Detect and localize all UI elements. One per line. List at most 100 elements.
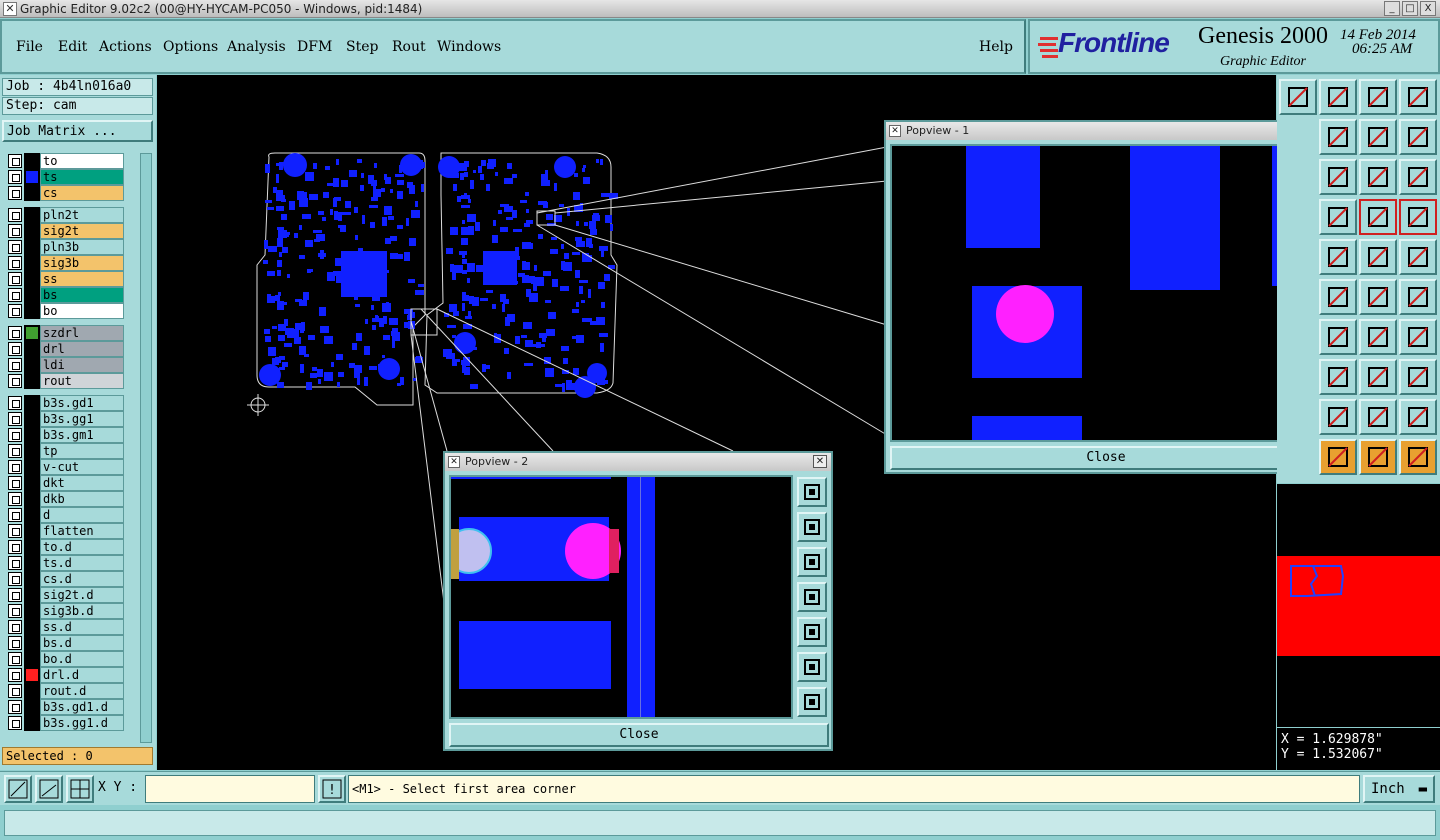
- popview-2-tool-button[interactable]: [797, 687, 827, 717]
- layer-name[interactable]: szdrl: [40, 325, 124, 341]
- menu-options[interactable]: Options: [163, 39, 218, 55]
- palette-tool-button[interactable]: [1279, 79, 1317, 115]
- palette-tool-button[interactable]: [1399, 159, 1437, 195]
- palette-tool-button[interactable]: [1399, 199, 1437, 235]
- popview-2-tool-button[interactable]: [797, 477, 827, 507]
- layer-checkbox[interactable]: [8, 272, 22, 286]
- layer-checkbox[interactable]: [8, 700, 22, 714]
- layer-row-flatten[interactable]: flatten: [4, 523, 138, 539]
- palette-tool-button[interactable]: [1399, 319, 1437, 355]
- job-matrix-button[interactable]: Job Matrix ...: [2, 120, 153, 142]
- xy-input[interactable]: [145, 775, 315, 803]
- layer-row-sig2t.d[interactable]: sig2t.d: [4, 587, 138, 603]
- layer-row-sig2t[interactable]: sig2t: [4, 223, 138, 239]
- layer-name[interactable]: bs: [40, 287, 124, 303]
- palette-tool-button[interactable]: [1399, 79, 1437, 115]
- layer-row-ss.d[interactable]: ss.d: [4, 619, 138, 635]
- palette-tool-button[interactable]: [1319, 119, 1357, 155]
- layer-row-tp[interactable]: tp: [4, 443, 138, 459]
- layer-name[interactable]: ts.d: [40, 555, 124, 571]
- layer-checkbox[interactable]: [8, 304, 22, 318]
- layer-row-dkb[interactable]: dkb: [4, 491, 138, 507]
- layer-name[interactable]: dkb: [40, 491, 124, 507]
- layer-name[interactable]: b3s.gd1: [40, 395, 124, 411]
- palette-tool-button[interactable]: [1319, 199, 1357, 235]
- layer-row-cs.d[interactable]: cs.d: [4, 571, 138, 587]
- palette-tool-button[interactable]: [1399, 399, 1437, 435]
- layer-name[interactable]: bo: [40, 303, 124, 319]
- menu-dfm[interactable]: DFM: [297, 39, 332, 55]
- layer-list-scrollbar[interactable]: [140, 153, 152, 743]
- menu-edit[interactable]: Edit: [58, 39, 87, 55]
- layer-name[interactable]: b3s.gg1.d: [40, 715, 124, 731]
- layer-name[interactable]: b3s.gd1.d: [40, 699, 124, 715]
- menu-step[interactable]: Step: [346, 39, 378, 55]
- palette-tool-button[interactable]: [1359, 239, 1397, 275]
- layer-row-bo[interactable]: bo: [4, 303, 138, 319]
- layer-name[interactable]: rout: [40, 373, 124, 389]
- layer-row-dkt[interactable]: dkt: [4, 475, 138, 491]
- layer-row-b3s.gd1[interactable]: b3s.gd1: [4, 395, 138, 411]
- layer-row-b3s.gg1[interactable]: b3s.gg1: [4, 411, 138, 427]
- close-window-button[interactable]: X: [1420, 1, 1436, 16]
- layer-name[interactable]: ss.d: [40, 619, 124, 635]
- layer-name[interactable]: ts: [40, 169, 124, 185]
- layer-row-ts.d[interactable]: ts.d: [4, 555, 138, 571]
- layer-name[interactable]: v-cut: [40, 459, 124, 475]
- layer-row-d[interactable]: d: [4, 507, 138, 523]
- layer-row-ts[interactable]: ts: [4, 169, 138, 185]
- layer-checkbox[interactable]: [8, 460, 22, 474]
- popview-2-tool-button[interactable]: [797, 512, 827, 542]
- layer-checkbox[interactable]: [8, 326, 22, 340]
- layer-name[interactable]: sig2t: [40, 223, 124, 239]
- layer-checkbox[interactable]: [8, 588, 22, 602]
- popview-2-tool-button[interactable]: [797, 652, 827, 682]
- palette-tool-button[interactable]: [1399, 279, 1437, 315]
- layer-checkbox[interactable]: [8, 256, 22, 270]
- palette-tool-button[interactable]: [1319, 399, 1357, 435]
- layer-row-v-cut[interactable]: v-cut: [4, 459, 138, 475]
- palette-tool-button[interactable]: [1319, 279, 1357, 315]
- layer-row-pln2t[interactable]: pln2t: [4, 207, 138, 223]
- layer-row-sig3b.d[interactable]: sig3b.d: [4, 603, 138, 619]
- layer-checkbox[interactable]: [8, 358, 22, 372]
- minimize-button[interactable]: _: [1384, 1, 1400, 16]
- layer-row-to[interactable]: to: [4, 153, 138, 169]
- palette-tool-button[interactable]: [1359, 319, 1397, 355]
- popview-2-tool-button[interactable]: [797, 617, 827, 647]
- grid-snap-button[interactable]: [66, 775, 94, 803]
- layer-row-bo.d[interactable]: bo.d: [4, 651, 138, 667]
- layer-name[interactable]: ss: [40, 271, 124, 287]
- layer-name[interactable]: dkt: [40, 475, 124, 491]
- layer-name[interactable]: pln2t: [40, 207, 124, 223]
- layer-name[interactable]: ldi: [40, 357, 124, 373]
- menu-actions[interactable]: Actions: [99, 39, 152, 55]
- layer-checkbox[interactable]: [8, 186, 22, 200]
- menu-file[interactable]: File: [16, 39, 43, 55]
- layer-checkbox[interactable]: [8, 428, 22, 442]
- palette-tool-button[interactable]: [1359, 119, 1397, 155]
- layer-row-szdrl[interactable]: szdrl: [4, 325, 138, 341]
- popview-1-close-button[interactable]: Close: [890, 446, 1322, 470]
- layer-name[interactable]: to: [40, 153, 124, 169]
- layer-checkbox[interactable]: [8, 572, 22, 586]
- maximize-button[interactable]: □: [1402, 1, 1418, 16]
- layer-checkbox[interactable]: [8, 208, 22, 222]
- palette-tool-button[interactable]: [1319, 159, 1357, 195]
- layer-row-rout.d[interactable]: rout.d: [4, 683, 138, 699]
- layer-name[interactable]: drl.d: [40, 667, 124, 683]
- layer-name[interactable]: flatten: [40, 523, 124, 539]
- layer-row-ldi[interactable]: ldi: [4, 357, 138, 373]
- layer-checkbox[interactable]: [8, 476, 22, 490]
- layer-name[interactable]: sig3b.d: [40, 603, 124, 619]
- units-dropdown[interactable]: Inch ▬: [1363, 775, 1435, 803]
- layer-checkbox[interactable]: [8, 524, 22, 538]
- zoom-area-button[interactable]: [4, 775, 32, 803]
- palette-tool-button[interactable]: [1359, 79, 1397, 115]
- palette-tool-button[interactable]: [1319, 359, 1357, 395]
- layer-row-sig3b[interactable]: sig3b: [4, 255, 138, 271]
- menu-analysis[interactable]: Analysis: [227, 39, 286, 55]
- palette-tool-button[interactable]: [1319, 319, 1357, 355]
- layer-checkbox[interactable]: [8, 444, 22, 458]
- layer-checkbox[interactable]: [8, 240, 22, 254]
